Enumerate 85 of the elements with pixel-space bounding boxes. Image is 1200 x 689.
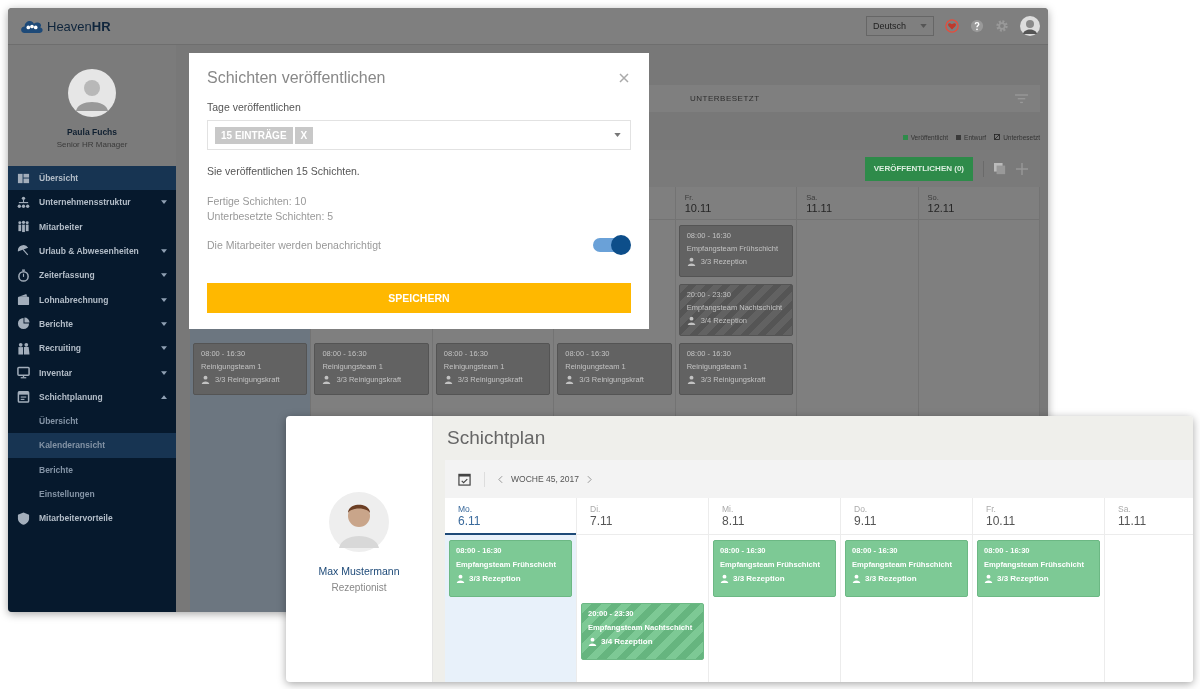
weekday: Fr. [986, 504, 997, 514]
date: 12.11 [927, 201, 956, 214]
shift-staffing: 3/4 Rezeption [601, 637, 653, 646]
org-chart-icon [17, 195, 30, 209]
notify-toggle[interactable] [593, 238, 629, 252]
logo-text: HeavenHR [47, 18, 111, 34]
date: 10.11 [684, 201, 713, 214]
tab[interactable]: UNTERBESETZT [690, 94, 1015, 103]
stopwatch-icon [17, 268, 30, 282]
date: 7.11 [590, 514, 614, 528]
weekday: Di. [590, 504, 602, 514]
nav-item[interactable]: Unternehmensstruktur [8, 190, 176, 215]
avatar [68, 69, 116, 117]
nav-item[interactable]: Inventar [8, 360, 176, 385]
umbrella-icon [17, 244, 30, 258]
nav-item[interactable]: Mitarbeitervorteile [8, 506, 176, 531]
shift-staffing: 3/3 Rezeption [865, 574, 917, 583]
nav-item[interactable]: Übersicht [8, 166, 176, 191]
shift-staffing: 3/3 Rezeption [997, 574, 1049, 583]
stat-text: Unterbesetzte Schichten: 5 [207, 210, 335, 222]
settings-icon[interactable] [995, 19, 1009, 33]
avatar [329, 492, 389, 552]
wallet-icon [17, 293, 30, 307]
nav-item[interactable]: Mitarbeiter [8, 214, 176, 239]
dialog-title: Schichten veröffentlichen [207, 69, 386, 87]
cloud-people-logo-icon [20, 18, 44, 34]
week-label: WOCHE 45, 2017 [511, 474, 580, 484]
language-select[interactable]: Deutsch [865, 16, 934, 36]
pie-chart-icon [17, 317, 30, 331]
nav-item[interactable]: Recruiting [8, 336, 176, 361]
avatar[interactable] [1020, 16, 1040, 36]
caret-down-icon [161, 297, 167, 302]
date: 11.11 [1118, 514, 1148, 528]
date: 8.11 [722, 514, 746, 528]
nav-subitem[interactable]: Übersicht [8, 408, 176, 434]
shift-staffing: 3/3 Rezeption [469, 574, 521, 583]
nav-item[interactable]: Urlaub & Abwesenheiten [8, 238, 176, 264]
caret-up-icon [161, 394, 167, 399]
calendar-icon [17, 390, 30, 404]
calendar-check-icon[interactable] [458, 472, 471, 486]
publish-button[interactable]: VERÖFFENTLICHEN (0) [864, 156, 973, 181]
weekday: Do. [854, 504, 869, 514]
weekday: Mo. [458, 503, 474, 514]
chevron-right-icon[interactable] [587, 474, 593, 484]
field-label: Tage veröffentlichen [207, 101, 302, 113]
close-icon[interactable] [619, 73, 629, 83]
nav-subitem[interactable]: Berichte [8, 457, 176, 482]
nav-item[interactable]: Lohnabrechnung [8, 287, 176, 312]
people-icon [17, 220, 30, 234]
shift-staffing: 3/3 Rezeption [733, 574, 785, 583]
summary-text: Sie veröffentlichen 15 Schichten. [207, 165, 361, 177]
shield-icon [17, 511, 30, 525]
chevron-left-icon[interactable] [498, 474, 503, 484]
user-name: Paula Fuchs [66, 127, 118, 137]
monitor-icon [17, 366, 30, 379]
caret-down-icon [161, 273, 167, 278]
nav-item[interactable]: Schichtplanung [8, 384, 176, 409]
user-name: Max Mustermann [318, 565, 400, 577]
page-title: Schichtplan [447, 427, 546, 449]
notify-label: Die Mitarbeiter werden benachrichtigt [207, 239, 381, 251]
filter-icon[interactable] [1015, 93, 1028, 104]
caret-icon [920, 24, 927, 28]
weekday: Sa. [1118, 504, 1132, 514]
nav-item[interactable]: Berichte [8, 311, 176, 337]
caret-down-icon [161, 370, 167, 375]
date: 9.11 [854, 514, 878, 528]
copy-icon[interactable] [994, 162, 1006, 175]
date: 11.11 [806, 201, 834, 214]
add-icon[interactable] [1016, 162, 1028, 175]
grid-icon [17, 171, 30, 185]
hatched-swatch-icon [994, 134, 1001, 140]
date: 10.11 [986, 514, 1017, 528]
nav-item[interactable]: Zeiterfassung [8, 263, 176, 288]
nav-subitem[interactable]: Kalenderansicht [8, 433, 176, 458]
user-role: Rezeptionist [331, 582, 387, 593]
date: 6.11 [458, 513, 482, 528]
caret-down-icon [161, 346, 167, 351]
nav-subitem[interactable]: Einstellungen [8, 481, 176, 507]
caret-down-icon [161, 249, 167, 254]
weekday: Mi. [722, 504, 735, 514]
help-icon[interactable] [970, 19, 984, 33]
caret-icon [614, 133, 621, 137]
stat-text: Fertige Schichten: 10 [207, 195, 308, 207]
caret-down-icon [161, 200, 167, 205]
caret-down-icon [161, 321, 167, 326]
